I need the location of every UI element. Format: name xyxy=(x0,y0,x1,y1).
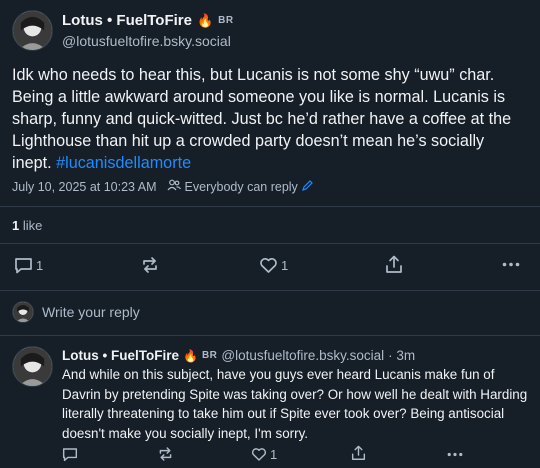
reply-author-avatar[interactable] xyxy=(12,346,53,387)
reply-more-options-button[interactable] xyxy=(447,452,463,457)
reply-share-button[interactable] xyxy=(351,445,366,461)
repost-icon xyxy=(157,446,174,462)
author-name-row[interactable]: Lotus • FuelToFire 🔥 BR xyxy=(62,12,234,29)
author-avatar[interactable] xyxy=(12,10,53,51)
hashtag-link[interactable]: #lucanisdellamorte xyxy=(56,154,191,172)
more-options-button[interactable] xyxy=(502,262,520,267)
people-icon xyxy=(167,179,181,194)
divider xyxy=(0,206,540,207)
share-icon xyxy=(351,445,366,461)
reply-author-badge: BR xyxy=(201,350,218,361)
heart-icon xyxy=(251,447,267,462)
heart-icon xyxy=(259,257,278,274)
reply-button[interactable]: 1 xyxy=(14,257,43,274)
reply-author-name[interactable]: Lotus • FuelToFire xyxy=(62,348,179,363)
ellipsis-icon xyxy=(502,262,520,267)
reply-author-handle[interactable]: @lotusfueltofire.bsky.social xyxy=(221,348,384,363)
reply-setting[interactable]: Everybody can reply xyxy=(185,180,298,194)
comment-icon xyxy=(14,257,33,274)
reply-repost-button[interactable] xyxy=(157,446,174,462)
divider xyxy=(0,290,540,291)
repost-icon xyxy=(140,256,160,274)
ellipsis-icon xyxy=(447,452,463,457)
post-timestamp[interactable]: July 10, 2025 at 10:23 AM xyxy=(12,180,157,194)
reply-like-button[interactable]: 1 xyxy=(251,447,277,462)
repost-button[interactable] xyxy=(140,256,160,274)
like-button[interactable]: 1 xyxy=(259,257,288,274)
divider xyxy=(0,335,540,336)
likes-number: 1 xyxy=(12,218,20,233)
divider xyxy=(0,243,540,244)
reply-count: 1 xyxy=(36,258,44,273)
likes-label: like xyxy=(22,218,43,233)
reply-author-row[interactable]: Lotus • FuelToFire 🔥 BR @lotusfueltofire… xyxy=(62,348,415,363)
edit-pencil-icon[interactable] xyxy=(301,179,313,194)
reply-placeholder[interactable]: Write your reply xyxy=(42,304,140,320)
author-name[interactable]: Lotus • FuelToFire xyxy=(62,12,192,29)
reply-reply-button[interactable] xyxy=(62,447,78,462)
like-count: 1 xyxy=(281,258,289,273)
comment-icon xyxy=(62,447,78,462)
reply-composer[interactable]: Write your reply xyxy=(12,299,532,325)
share-icon xyxy=(385,255,403,274)
author-badge: BR xyxy=(218,15,234,26)
reply-like-count: 1 xyxy=(270,447,278,462)
reply-text: And while on this subject, have you guys… xyxy=(62,367,528,441)
post-meta: July 10, 2025 at 10:23 AM Everybody can … xyxy=(12,179,313,194)
likes-summary[interactable]: 1 like xyxy=(12,218,42,233)
fire-icon: 🔥 xyxy=(182,348,198,363)
reply-age[interactable]: · 3m xyxy=(388,348,415,363)
fire-icon: 🔥 xyxy=(196,12,214,28)
share-button[interactable] xyxy=(385,255,403,274)
post-text: Idk who needs to hear this, but Lucanis … xyxy=(12,64,528,174)
author-handle[interactable]: @lotusfueltofire.bsky.social xyxy=(62,33,231,49)
current-user-avatar xyxy=(12,301,34,323)
